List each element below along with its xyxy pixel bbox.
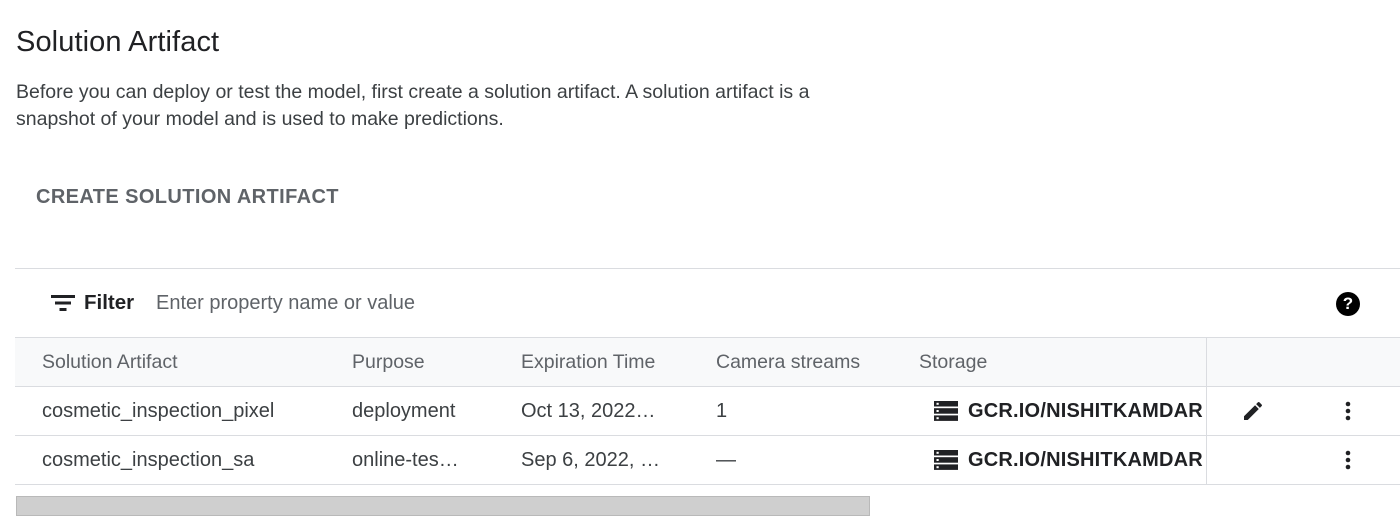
purpose-cell: deployment [352, 400, 456, 422]
column-header-expiration-time[interactable]: Expiration Time [521, 338, 701, 386]
column-header-purpose[interactable]: Purpose [352, 338, 502, 386]
edit-icon[interactable] [1241, 399, 1265, 423]
filter-bar: Filter ? [15, 269, 1400, 338]
storage-cell: GCR.IO/NISHITKAMDAR [934, 387, 1206, 435]
storage-link[interactable]: GCR.IO/NISHITKAMDAR [968, 449, 1203, 472]
expiration-cell: Oct 13, 2022… [521, 400, 656, 422]
table-row: cosmetic_inspection_pixel deployment Oct… [15, 387, 1400, 436]
column-header-storage[interactable]: Storage [919, 338, 1209, 386]
column-divider [1206, 338, 1207, 386]
camera-streams-cell: — [716, 449, 736, 471]
column-header-solution-artifact[interactable]: Solution Artifact [42, 338, 342, 386]
filter-input[interactable] [156, 287, 856, 319]
column-divider [1206, 436, 1207, 484]
column-divider [1206, 387, 1207, 435]
storage-cell: GCR.IO/NISHITKAMDAR [934, 436, 1206, 484]
storage-link[interactable]: GCR.IO/NISHITKAMDAR [968, 400, 1203, 423]
camera-streams-cell: 1 [716, 400, 728, 422]
storage-icon [934, 450, 958, 470]
more-vert-icon[interactable] [1336, 448, 1360, 472]
artifact-name-cell[interactable]: cosmetic_inspection_sa [42, 436, 342, 484]
artifact-name-cell[interactable]: cosmetic_inspection_pixel [42, 387, 342, 435]
help-icon[interactable]: ? [1336, 292, 1360, 316]
filter-label[interactable]: Filter [84, 291, 134, 315]
page-description: Before you can deploy or test the model,… [16, 81, 810, 130]
create-solution-artifact-button[interactable]: CREATE SOLUTION ARTIFACT [22, 178, 353, 217]
storage-icon [934, 401, 958, 421]
horizontal-scrollbar[interactable] [16, 496, 870, 516]
more-vert-icon[interactable] [1336, 399, 1360, 423]
table-row: cosmetic_inspection_sa online-tes… Sep 6… [15, 436, 1400, 485]
column-header-camera-streams[interactable]: Camera streams [716, 338, 896, 386]
artifacts-table: Filter ? Solution Artifact Purpose Expir… [15, 268, 1400, 485]
filter-list-icon[interactable] [51, 294, 75, 312]
purpose-cell: online-tes… [352, 449, 459, 471]
expiration-cell: Sep 6, 2022, … [521, 449, 660, 471]
page-title: Solution Artifact [16, 26, 220, 58]
table-header-row: Solution Artifact Purpose Expiration Tim… [15, 338, 1400, 387]
